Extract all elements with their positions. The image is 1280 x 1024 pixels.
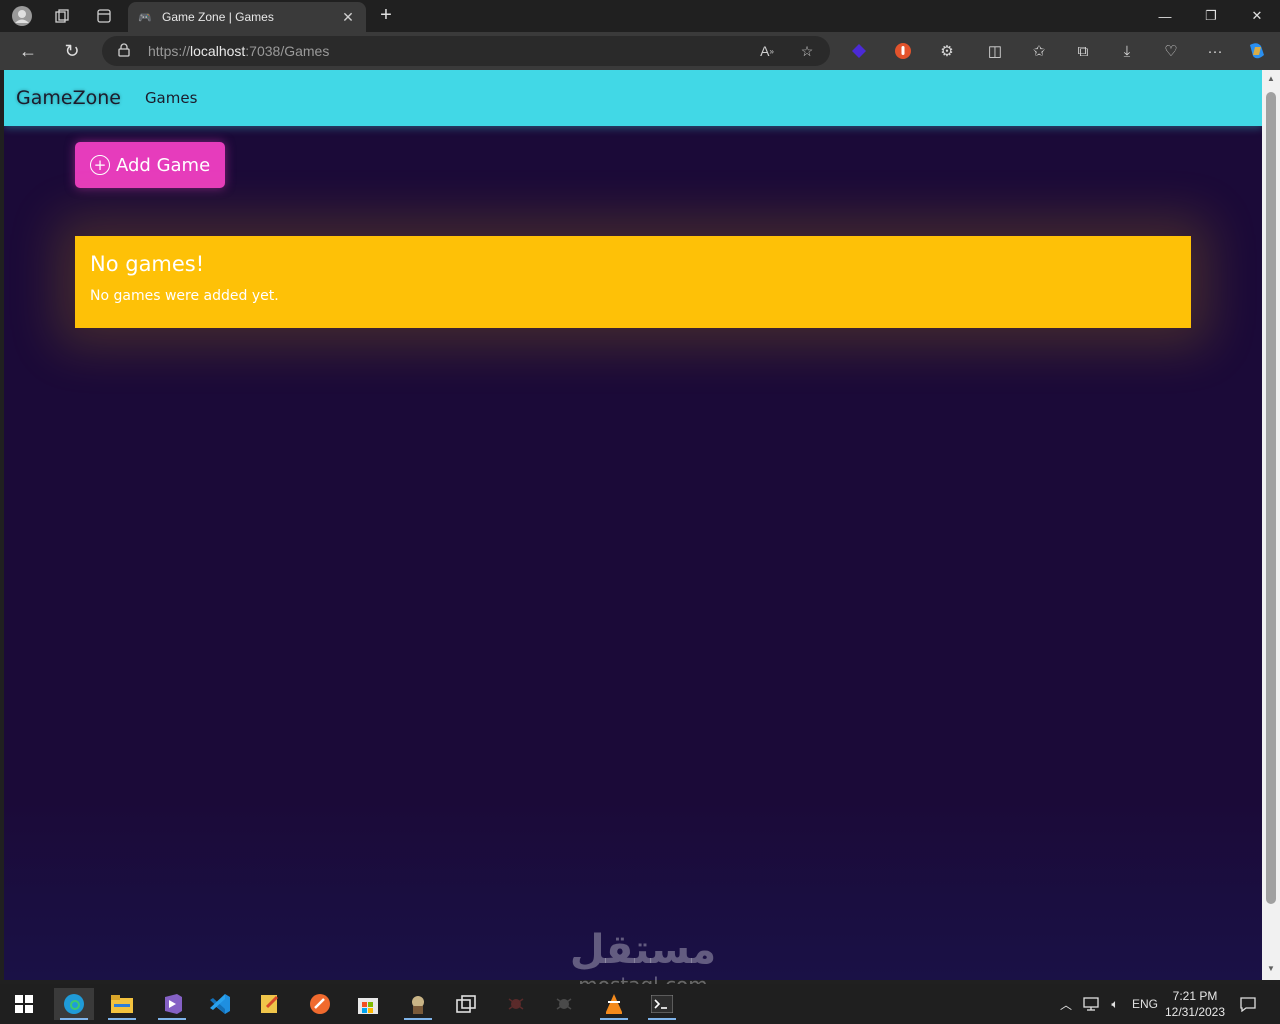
task-view-icon[interactable] <box>446 988 486 1020</box>
page-viewport: GameZone Games + Add Game No games! No g… <box>4 70 1262 980</box>
browser-tab-bar: 🎮 Game Zone | Games ✕ + — ❐ ✕ <box>0 0 1280 32</box>
site-brand[interactable]: GameZone <box>16 87 121 109</box>
nav-link-games[interactable]: Games <box>145 89 197 107</box>
windows-start-icon[interactable] <box>4 988 44 1020</box>
new-tab-button[interactable]: + <box>374 4 398 28</box>
alert-heading: No games! <box>90 252 205 276</box>
browser-toolbar: ← ↻ https://localhost:7038/Games A» ☆ ⚙ … <box>0 32 1280 70</box>
no-games-alert: No games! No games were added yet. <box>75 236 1191 328</box>
restore-button[interactable]: ❐ <box>1188 0 1234 32</box>
read-aloud-icon[interactable]: A» <box>754 36 780 66</box>
bug-app-icon-2[interactable] <box>544 988 584 1020</box>
scroll-up-arrow[interactable]: ▲ <box>1262 72 1280 86</box>
edge-taskbar-icon[interactable] <box>54 988 94 1020</box>
collections-icon[interactable]: ⧉ <box>1072 40 1094 62</box>
copilot-icon[interactable] <box>1246 40 1268 62</box>
performance-icon[interactable]: ♡ <box>1160 40 1182 62</box>
clock-time: 7:21 PM <box>1172 989 1218 1003</box>
extension-red-icon[interactable] <box>892 40 914 62</box>
favorite-star-icon[interactable]: ☆ <box>794 36 820 66</box>
system-clock[interactable]: 7:21 PM 12/31/2023 <box>1160 988 1230 1020</box>
vscode-icon[interactable] <box>200 988 240 1020</box>
visual-studio-icon[interactable] <box>152 988 192 1020</box>
tab-title: Game Zone | Games <box>162 10 274 24</box>
page-scrollbar[interactable]: ▲ ▼ <box>1262 70 1280 980</box>
notifications-icon[interactable] <box>1238 984 1258 1024</box>
volume-icon[interactable]: 🔈︎ <box>1106 984 1124 1024</box>
back-button[interactable]: ← <box>15 39 41 63</box>
vlc-icon[interactable] <box>594 988 634 1020</box>
workspaces-icon[interactable] <box>50 4 74 28</box>
bug-app-icon-1[interactable] <box>496 988 536 1020</box>
extensions-icon[interactable]: ⚙ <box>936 40 958 62</box>
scrollbar-thumb[interactable] <box>1266 92 1276 904</box>
clock-date: 12/31/2023 <box>1164 1005 1226 1019</box>
close-window-button[interactable]: ✕ <box>1234 0 1280 32</box>
sticky-tools-icon[interactable] <box>250 988 290 1020</box>
favorites-icon[interactable]: ✩ <box>1028 40 1050 62</box>
scroll-down-arrow[interactable]: ▼ <box>1262 962 1280 976</box>
plus-circle-icon: + <box>90 155 110 175</box>
snipping-app-icon[interactable] <box>398 988 438 1020</box>
add-game-label: Add Game <box>116 154 211 176</box>
alert-message: No games were added yet. <box>90 288 279 304</box>
gamepad-icon: 🎮 <box>138 11 152 24</box>
network-icon[interactable] <box>1082 984 1100 1024</box>
site-navbar: GameZone Games <box>4 70 1262 126</box>
show-hidden-icons[interactable]: ︿ <box>1058 984 1074 1024</box>
language-indicator[interactable]: ENG <box>1130 984 1160 1024</box>
profile-icon[interactable] <box>10 4 34 28</box>
terminal-icon[interactable] <box>642 988 682 1020</box>
address-bar[interactable]: https://localhost:7038/Games A» ☆ <box>102 36 830 66</box>
microsoft-store-icon[interactable] <box>348 988 388 1020</box>
windows-taskbar: ︿ 🔈︎ ENG 7:21 PM 12/31/2023 <box>0 984 1280 1024</box>
close-tab-icon[interactable]: ✕ <box>340 9 356 26</box>
vertical-tabs-icon[interactable] <box>92 4 116 28</box>
more-menu-icon[interactable]: ··· <box>1204 40 1226 62</box>
watermark-arabic: مستقل <box>569 927 717 973</box>
downloads-icon[interactable]: ⤓ <box>1116 40 1138 62</box>
file-explorer-icon[interactable] <box>102 988 142 1020</box>
minimize-button[interactable]: — <box>1142 0 1188 32</box>
postman-icon[interactable] <box>300 988 340 1020</box>
lock-icon <box>118 42 136 60</box>
add-game-button[interactable]: + Add Game <box>75 142 225 188</box>
split-screen-icon[interactable]: ◫ <box>984 40 1006 62</box>
extension-purple-icon[interactable] <box>848 40 870 62</box>
url-text: https://localhost:7038/Games <box>148 43 330 59</box>
refresh-button[interactable]: ↻ <box>59 39 85 63</box>
browser-tab-active[interactable]: 🎮 Game Zone | Games ✕ <box>128 2 366 32</box>
